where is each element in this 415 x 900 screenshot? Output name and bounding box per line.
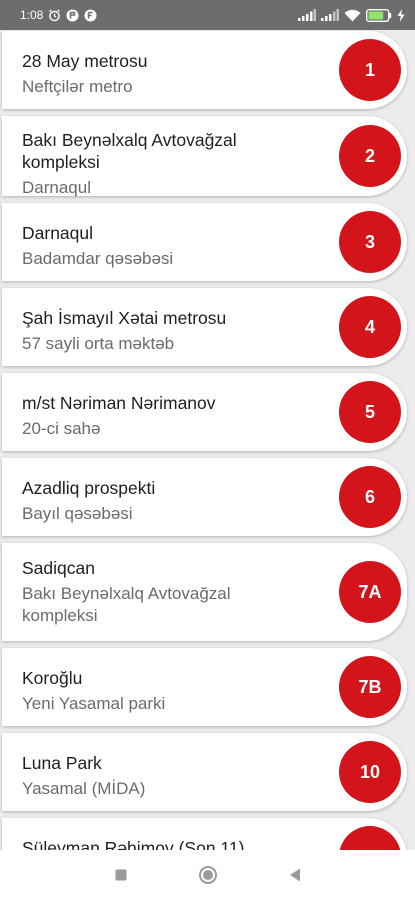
recent-apps-icon[interactable]	[114, 868, 128, 882]
route-card[interactable]: m/st Nəriman Nərimanov 20-ci sahə 5	[2, 373, 407, 451]
charging-icon	[397, 8, 405, 22]
route-destination: Neftçilər metro	[22, 77, 133, 96]
route-origin: Koroğlu	[22, 668, 83, 688]
route-destination: Yeni Yasamal parki	[22, 694, 166, 713]
route-origin: Azadliq prospekti	[22, 478, 156, 498]
route-destination: Bayıl qəsəbəsi	[22, 504, 133, 523]
status-left: 1:08	[20, 8, 97, 22]
route-number-badge: 11	[339, 826, 401, 850]
status-time: 1:08	[20, 8, 44, 22]
route-number-badge: 7B	[339, 656, 401, 718]
route-text: Bakı Beynəlxalq Avtovağzal kompleksi Darn…	[22, 129, 322, 199]
back-icon[interactable]	[288, 867, 302, 883]
route-origin: Süleyman Rəhimov (Son 11)	[22, 838, 245, 850]
route-card[interactable]: Luna Park Yasamal (MİDA) 10	[2, 733, 407, 811]
route-origin: Luna Park	[22, 753, 102, 773]
route-destination: Badamdar qəsəbəsi	[22, 249, 174, 268]
route-text: Sadiqcan Bakı Beynəlxalq Avtovağzal kompl…	[22, 557, 322, 627]
route-destination: Yasamal (MİDA)	[22, 779, 146, 798]
route-number-badge: 3	[339, 211, 401, 273]
app-notification-icon	[84, 9, 97, 22]
route-origin: m/st Nəriman Nərimanov	[22, 393, 216, 413]
battery-icon	[366, 8, 392, 22]
route-number-badge: 4	[339, 296, 401, 358]
route-card[interactable]: Sadiqcan Bakı Beynəlxalq Avtovağzal kompl…	[2, 543, 407, 641]
route-destination: 20-ci sahə	[22, 419, 101, 438]
route-card[interactable]: 28 May metrosu Neftçilər metro 1	[2, 31, 407, 109]
route-destination: 57 sayli orta məktəb	[22, 334, 175, 353]
route-origin: Şah İsmayıl Xətai metrosu	[22, 308, 227, 328]
status-right	[298, 8, 405, 22]
signal-icon	[298, 9, 316, 21]
screen: 1:08 28 May metrosu Neftçilər metro 1 Ba…	[0, 0, 415, 900]
signal-icon	[321, 9, 339, 21]
navigation-bar	[0, 850, 415, 900]
route-number-badge: 5	[339, 381, 401, 443]
route-text: Koroğlu Yeni Yasamal parki	[22, 667, 322, 715]
alarm-clock-icon	[48, 9, 61, 22]
route-list[interactable]: 28 May metrosu Neftçilər metro 1 Bakı Beynə…	[0, 30, 415, 850]
app-notification-icon	[66, 9, 79, 22]
route-text: 28 May metrosu Neftçilər metro	[22, 50, 322, 98]
route-text: m/st Nəriman Nərimanov 20-ci sahə	[22, 392, 322, 440]
route-text: Luna Park Yasamal (MİDA)	[22, 752, 322, 800]
route-card[interactable]: Azadliq prospekti Bayıl qəsəbəsi 6	[2, 458, 407, 536]
route-card[interactable]: Bakı Beynəlxalq Avtovağzal kompleksi Darn…	[2, 116, 407, 199]
route-number-badge: 7A	[339, 561, 401, 623]
route-card[interactable]: Darnaqul Badamdar qəsəbəsi 3	[2, 203, 407, 281]
route-destination: Bakı Beynəlxalq Avtovağzal kompleksi	[22, 584, 231, 625]
route-origin: 28 May metrosu	[22, 51, 148, 71]
route-origin: Bakı Beynəlxalq Avtovağzal kompleksi	[22, 130, 237, 172]
route-number-badge: 2	[339, 125, 401, 187]
route-text: Şah İsmayıl Xətai metrosu 57 sayli orta m…	[22, 307, 322, 355]
route-origin: Sadiqcan	[22, 558, 95, 578]
route-number-badge: 10	[339, 741, 401, 803]
route-destination: Darnaqul	[22, 178, 91, 197]
route-card[interactable]: Koroğlu Yeni Yasamal parki 7B	[2, 648, 407, 726]
route-card[interactable]: Şah İsmayıl Xətai metrosu 57 sayli orta m…	[2, 288, 407, 366]
route-number-badge: 1	[339, 39, 401, 101]
route-number-badge: 6	[339, 466, 401, 528]
route-text: Azadliq prospekti Bayıl qəsəbəsi	[22, 477, 322, 525]
route-text: Darnaqul Badamdar qəsəbəsi	[22, 222, 322, 270]
route-text: Süleyman Rəhimov (Son 11)	[22, 837, 322, 850]
status-bar: 1:08	[0, 0, 415, 30]
wifi-icon	[344, 9, 361, 22]
route-origin: Darnaqul	[22, 223, 94, 243]
home-icon[interactable]	[198, 865, 218, 885]
route-card[interactable]: Süleyman Rəhimov (Son 11) 11	[2, 818, 407, 850]
